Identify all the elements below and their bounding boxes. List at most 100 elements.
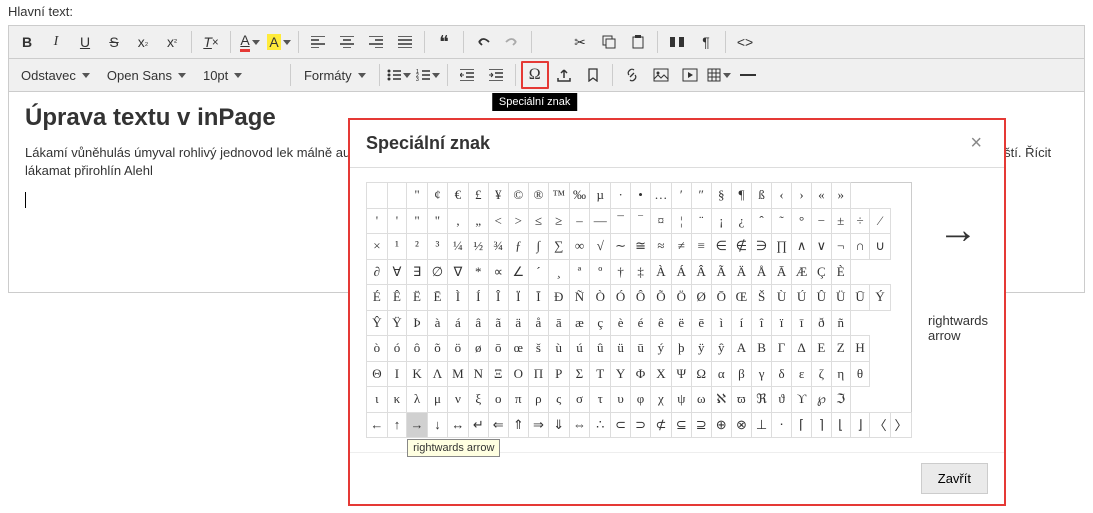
char-cell[interactable]: ω xyxy=(691,387,711,413)
char-cell[interactable]: ⌈ xyxy=(791,412,811,438)
char-cell[interactable]: í xyxy=(731,310,751,336)
char-cell[interactable]: ¥ xyxy=(488,183,508,209)
char-cell[interactable]: ⇔ xyxy=(569,412,590,438)
char-cell[interactable]: →rightwards arrow xyxy=(407,412,428,438)
char-cell[interactable]: ¤ xyxy=(651,208,672,234)
char-cell[interactable]: ú xyxy=(569,336,590,362)
char-cell[interactable]: ô xyxy=(407,336,428,362)
char-cell[interactable]: ∋ xyxy=(752,234,772,260)
char-cell[interactable]: ÷ xyxy=(850,208,869,234)
char-cell[interactable]: ζ xyxy=(812,361,831,387)
char-cell[interactable]: Ī xyxy=(528,285,548,311)
strike-button[interactable]: S xyxy=(100,28,128,56)
char-cell[interactable]: Π xyxy=(528,361,548,387)
char-cell[interactable]: ∨ xyxy=(812,234,831,260)
char-cell[interactable]: Ē xyxy=(427,285,447,311)
char-cell[interactable]: ∞ xyxy=(569,234,590,260)
char-cell[interactable]: δ xyxy=(772,361,792,387)
char-cell[interactable]: Ō xyxy=(711,285,731,311)
code-button[interactable]: <> xyxy=(731,28,759,56)
char-cell[interactable]: 〈 xyxy=(870,412,891,438)
char-cell[interactable]: î xyxy=(752,310,772,336)
char-cell[interactable]: σ xyxy=(569,387,590,413)
char-cell[interactable]: ∇ xyxy=(448,259,469,285)
underline-button[interactable]: U xyxy=(71,28,99,56)
char-cell[interactable]: − xyxy=(812,208,831,234)
char-cell[interactable]: ‹ xyxy=(772,183,792,209)
char-cell[interactable]: Æ xyxy=(791,259,811,285)
char-cell[interactable]: ë xyxy=(671,310,691,336)
char-cell[interactable]: ¸ xyxy=(548,259,569,285)
char-cell[interactable]: ø xyxy=(468,336,488,362)
char-cell[interactable]: ∑ xyxy=(548,234,569,260)
number-list-button[interactable]: 123 xyxy=(414,61,442,89)
char-cell[interactable]: … xyxy=(651,183,672,209)
char-cell[interactable]: Å xyxy=(752,259,772,285)
char-cell[interactable]: õ xyxy=(427,336,447,362)
char-cell[interactable]: µ xyxy=(590,183,611,209)
char-cell[interactable]: ρ xyxy=(528,387,548,413)
char-cell[interactable]: ∩ xyxy=(850,234,869,260)
find-button[interactable] xyxy=(663,28,691,56)
bold-button[interactable]: B xyxy=(13,28,41,56)
char-cell[interactable]: Ρ xyxy=(548,361,569,387)
char-cell[interactable]: ˜ xyxy=(772,208,792,234)
char-cell[interactable]: ē xyxy=(691,310,711,336)
char-cell[interactable]: Ê xyxy=(387,285,406,311)
char-cell[interactable]: Ŷ xyxy=(367,310,388,336)
char-cell[interactable]: Ú xyxy=(791,285,811,311)
char-cell[interactable]: ⊇ xyxy=(691,412,711,438)
char-cell[interactable]: " xyxy=(407,208,428,234)
char-cell[interactable]: υ xyxy=(611,387,631,413)
char-cell[interactable]: Î xyxy=(488,285,508,311)
char-cell[interactable]: » xyxy=(831,183,850,209)
char-cell[interactable]: ō xyxy=(488,336,508,362)
char-cell[interactable]: Í xyxy=(468,285,488,311)
char-cell[interactable]: Ä xyxy=(731,259,751,285)
char-cell[interactable]: œ xyxy=(508,336,528,362)
char-cell[interactable]: ″ xyxy=(691,183,711,209)
char-cell[interactable]: û xyxy=(590,336,611,362)
char-cell[interactable]: ç xyxy=(590,310,611,336)
char-cell[interactable]: © xyxy=(508,183,528,209)
char-cell[interactable]: ≅ xyxy=(631,234,651,260)
char-cell[interactable]: ¢ xyxy=(427,183,447,209)
char-cell[interactable]: ε xyxy=(791,361,811,387)
char-cell[interactable]: ' xyxy=(387,208,406,234)
char-cell[interactable]: Ψ xyxy=(671,361,691,387)
char-cell[interactable] xyxy=(367,183,388,209)
char-cell[interactable]: Ν xyxy=(468,361,488,387)
char-cell[interactable]: Ì xyxy=(448,285,469,311)
char-cell[interactable]: ì xyxy=(711,310,731,336)
char-cell[interactable]: Ū xyxy=(850,285,869,311)
char-cell[interactable]: ß xyxy=(752,183,772,209)
char-cell[interactable]: ¯ xyxy=(611,208,631,234)
char-cell[interactable]: ∪ xyxy=(870,234,891,260)
copy-button[interactable] xyxy=(595,28,623,56)
char-cell[interactable]: ∼ xyxy=(611,234,631,260)
char-cell[interactable]: Ø xyxy=(691,285,711,311)
char-cell[interactable]: Ξ xyxy=(488,361,508,387)
char-cell[interactable]: ⌊ xyxy=(831,412,850,438)
char-cell[interactable]: ⇑ xyxy=(508,412,528,438)
subscript-button[interactable]: x₂ xyxy=(129,28,157,56)
char-cell[interactable]: ù xyxy=(548,336,569,362)
char-cell[interactable]: ® xyxy=(528,183,548,209)
char-cell[interactable]: ∝ xyxy=(488,259,508,285)
char-cell[interactable]: ∫ xyxy=(528,234,548,260)
char-cell[interactable]: Ā xyxy=(772,259,792,285)
char-cell[interactable]: ≤ xyxy=(528,208,548,234)
char-cell[interactable]: × xyxy=(367,234,388,260)
char-cell[interactable]: Ο xyxy=(508,361,528,387)
undo-button[interactable] xyxy=(469,28,497,56)
char-cell[interactable]: ¹ xyxy=(387,234,406,260)
char-cell[interactable]: φ xyxy=(631,387,651,413)
char-cell[interactable]: Σ xyxy=(569,361,590,387)
char-cell[interactable]: Ù xyxy=(772,285,792,311)
char-cell[interactable]: ⁄ xyxy=(870,208,891,234)
char-cell[interactable]: λ xyxy=(407,387,428,413)
char-cell[interactable]: – xyxy=(569,208,590,234)
char-cell[interactable]: ⇒ xyxy=(528,412,548,438)
char-cell[interactable]: ŷ xyxy=(711,336,731,362)
char-cell[interactable]: ↵ xyxy=(468,412,488,438)
